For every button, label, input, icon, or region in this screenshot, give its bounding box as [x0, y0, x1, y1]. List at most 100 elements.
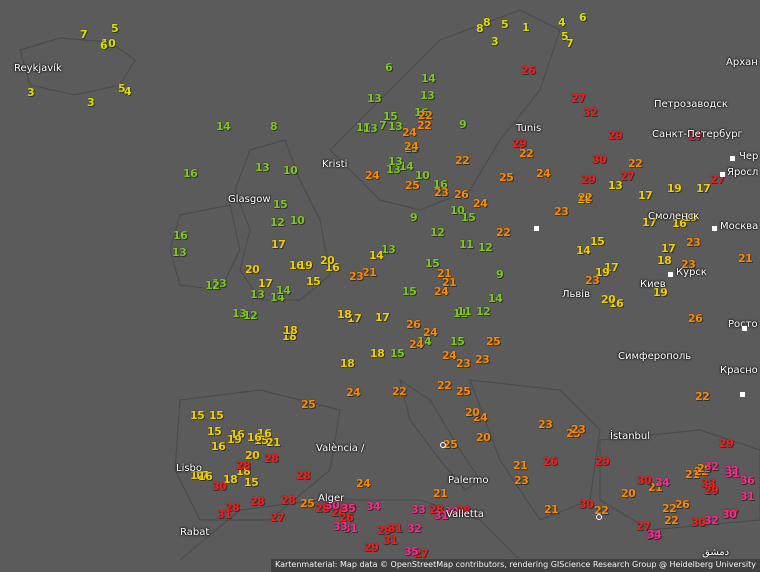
temperature-label: 26	[543, 455, 558, 468]
temperature-label: 23	[349, 270, 364, 283]
temperature-label: 35	[404, 545, 419, 558]
temperature-label: 28	[281, 494, 296, 507]
temperature-label: 9	[410, 211, 418, 224]
place-label-lviv: Львів	[562, 289, 590, 300]
temperature-label: 16	[247, 431, 262, 444]
temperature-label: 30	[579, 498, 594, 511]
temperature-label: 17	[661, 242, 676, 255]
place-label-valencia: València /	[316, 443, 365, 454]
temperature-label: 21	[738, 252, 753, 265]
temperature-label: 15	[190, 409, 205, 422]
temperature-label: 13	[388, 155, 403, 168]
temperature-label: 30	[592, 153, 607, 166]
temperature-label: 34	[366, 500, 381, 513]
temperature-label: 33	[411, 503, 426, 516]
temperature-label: 23	[434, 186, 449, 199]
temperature-label: 31	[725, 467, 740, 480]
temperature-label: 27	[270, 511, 285, 524]
temperature-label: 21	[433, 487, 448, 500]
temperature-label: 34	[655, 476, 670, 489]
temperature-label: 29	[719, 437, 734, 450]
temperature-label: 33	[333, 520, 348, 533]
temperature-label: 5	[111, 22, 119, 35]
place-label-palermo: Palermo	[448, 475, 489, 486]
city-marker	[534, 226, 539, 231]
temperature-label: 20	[621, 487, 636, 500]
temperature-label: 6	[579, 11, 587, 24]
temperature-label: 25	[405, 179, 420, 192]
place-label-kyiv: Киев	[640, 279, 666, 290]
temperature-label: 32	[704, 514, 719, 527]
temperature-label: 12	[243, 309, 258, 322]
temperature-label: 21	[437, 267, 452, 280]
temperature-label: 19	[227, 433, 242, 446]
place-label-yaroslavl: Яросл	[727, 167, 759, 178]
place-label-alger: Alger	[318, 493, 345, 504]
temperature-label: 29	[512, 137, 527, 150]
temperature-label: 18	[657, 254, 672, 267]
temperature-label: 24	[404, 140, 419, 153]
temperature-label: 26	[406, 318, 421, 331]
temperature-label: 23	[538, 418, 553, 431]
temperature-label: 27	[620, 170, 635, 183]
place-label-kursk: Курск	[676, 267, 707, 278]
temperature-label: 19	[298, 259, 313, 272]
temperature-label: 24	[409, 338, 424, 351]
city-marker	[740, 392, 745, 397]
temperature-label: 15	[273, 198, 288, 211]
temperature-label: 23	[585, 274, 600, 287]
temperature-label: 32	[407, 522, 422, 535]
temperature-label: 26	[454, 188, 469, 201]
place-label-dimashq: دمشق	[702, 547, 730, 558]
temperature-label: 24	[434, 285, 449, 298]
temperature-label: 1	[522, 21, 530, 34]
temperature-label: 30	[637, 474, 652, 487]
temperature-label: 24	[473, 197, 488, 210]
temperature-label: 14	[576, 244, 591, 257]
temperature-label: 20	[601, 293, 616, 306]
temperature-label: 22	[437, 379, 452, 392]
temperature-label: 6	[100, 39, 108, 52]
temperature-label: 17	[696, 182, 711, 195]
temperature-label: 25	[499, 171, 514, 184]
temperature-label: 22	[496, 226, 511, 239]
temperature-label: 15	[590, 235, 605, 248]
temperature-label: 13	[367, 92, 382, 105]
temperature-label: 15	[244, 476, 259, 489]
temperature-label: 10	[283, 164, 298, 177]
temperature-label: 21	[513, 459, 528, 472]
temperature-label: 12	[478, 241, 493, 254]
temperature-label: 23	[571, 423, 586, 436]
temperature-label: 14	[488, 292, 503, 305]
temperature-label: 12	[430, 226, 445, 239]
temperature-label: 31	[740, 490, 755, 503]
temperature-label: 20	[245, 263, 260, 276]
temperature-label: 24	[442, 349, 457, 362]
temperature-label: 3	[491, 35, 499, 48]
temperature-label: 6	[385, 61, 393, 74]
place-label-spb: Санкт-Петербург	[652, 129, 743, 140]
temperature-label: 29	[608, 129, 623, 142]
temperature-label: 15	[461, 211, 476, 224]
temperature-label: 28	[264, 452, 279, 465]
temperature-label: 35	[341, 502, 356, 515]
city-marker	[668, 272, 673, 277]
place-label-valletta: Valletta	[446, 509, 484, 520]
temperature-label: 28	[250, 495, 265, 508]
temperature-label: 22	[578, 191, 593, 204]
place-label-reykjavik: Reykjavík	[14, 63, 62, 74]
temperature-map[interactable]: 4 3 5 3 7 10 6 7 3 5 8 6 5 4 1 5 8 7 9 10 13 12 13 14 10 15 13 15 13…	[0, 0, 760, 572]
temperature-label: 3	[87, 96, 95, 109]
temperature-label: 23	[686, 236, 701, 249]
temperature-label: 9	[459, 118, 467, 131]
temperature-label: 16	[211, 440, 226, 453]
place-label-krasnodar: Красно	[720, 365, 758, 376]
temperature-label: 17	[271, 238, 286, 251]
temperature-label: 15	[306, 275, 321, 288]
temperature-label: 23	[514, 474, 529, 487]
temperature-label: 15	[450, 335, 465, 348]
city-marker	[742, 326, 747, 331]
temperature-label: 25	[300, 497, 315, 510]
temperature-label: 20	[320, 254, 335, 267]
temperature-label: 14	[276, 284, 291, 297]
